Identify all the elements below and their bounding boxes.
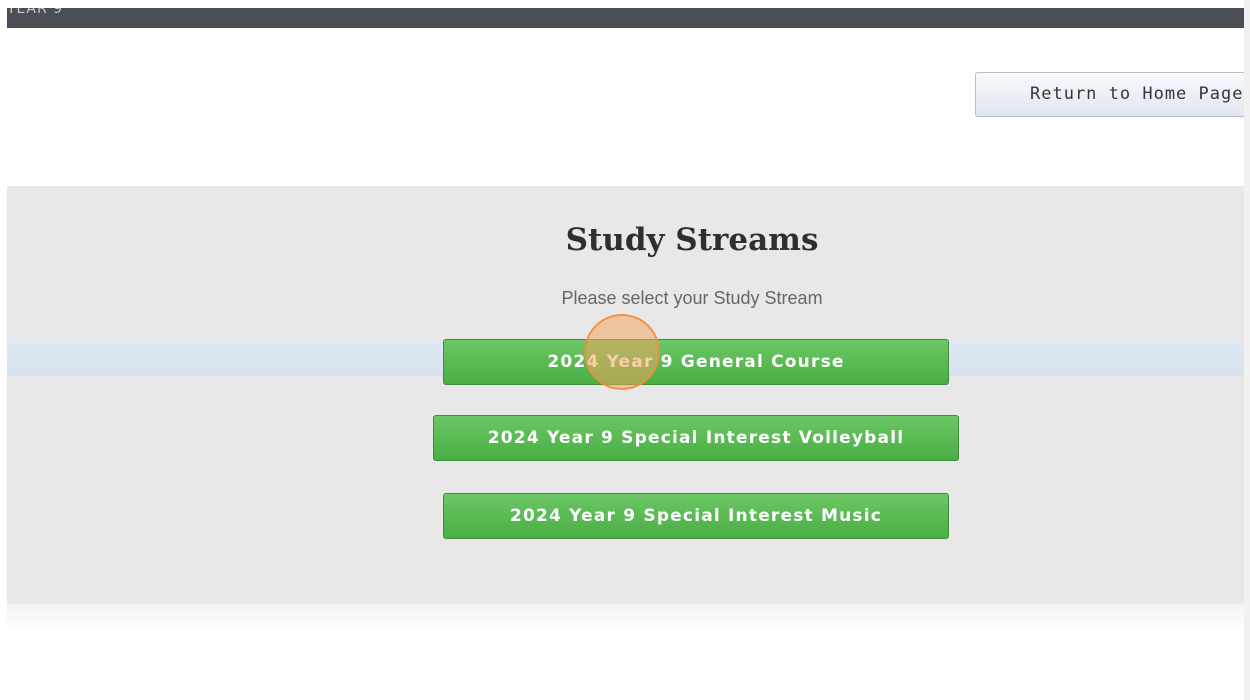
- top-bar: YEAR 9: [7, 8, 1244, 28]
- page-title: Study Streams: [565, 222, 819, 258]
- study-streams-panel: Study Streams Please select your Study S…: [7, 186, 1244, 604]
- top-bar-title: YEAR 9: [7, 8, 64, 17]
- stream-button-music[interactable]: 2024 Year 9 Special Interest Music: [443, 493, 949, 539]
- return-home-button[interactable]: Return to Home Page: [975, 72, 1244, 117]
- header-area: Return to Home Page: [7, 28, 1244, 186]
- click-indicator: [584, 314, 660, 390]
- page-footer-area: [7, 604, 1244, 700]
- stream-button-general-course[interactable]: 2024 Year 9 General Course: [443, 339, 949, 385]
- page-edge: [1244, 0, 1250, 700]
- page-subtitle: Please select your Study Stream: [561, 288, 823, 308]
- stream-button-volleyball[interactable]: 2024 Year 9 Special Interest Volleyball: [433, 415, 959, 461]
